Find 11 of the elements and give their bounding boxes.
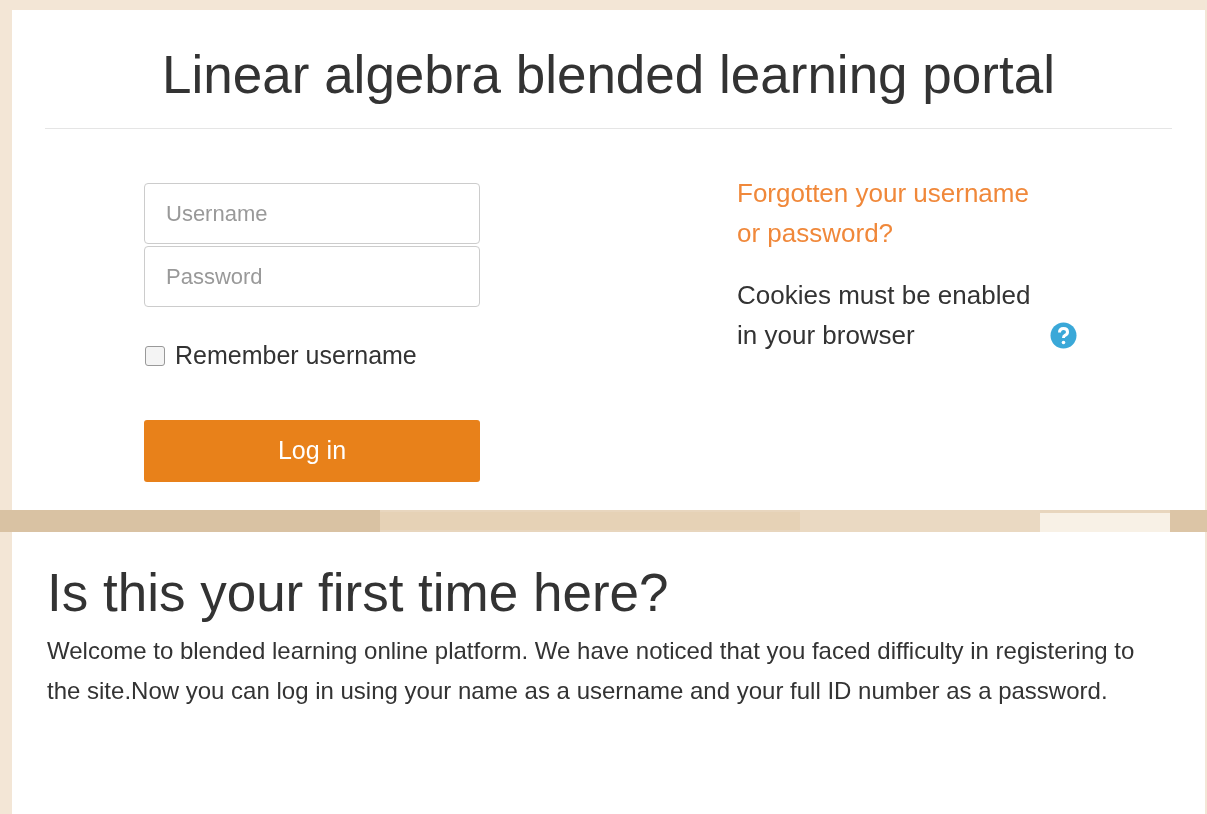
remember-label: Remember username bbox=[175, 340, 417, 371]
login-button[interactable]: Log in bbox=[144, 419, 480, 482]
site-title: Linear algebra blended learning portal bbox=[45, 50, 1172, 129]
help-icon[interactable] bbox=[1050, 322, 1077, 349]
cookies-notice: Cookies must be enabled in your browser bbox=[737, 279, 1032, 352]
remember-checkbox[interactable] bbox=[145, 345, 165, 366]
welcome-text: Welcome to blended learning online platform. We have noticed that you faced difficulty in registering to the site.Now you can log in using your name as a username and your full ID number as a password. bbox=[47, 636, 1136, 706]
password-field[interactable]: Password bbox=[144, 246, 480, 307]
welcome-heading: Is this your first time here? bbox=[47, 565, 670, 621]
username-field[interactable]: Username bbox=[144, 183, 480, 244]
forgot-password-link[interactable]: Forgotten your username or password? bbox=[737, 173, 1057, 253]
